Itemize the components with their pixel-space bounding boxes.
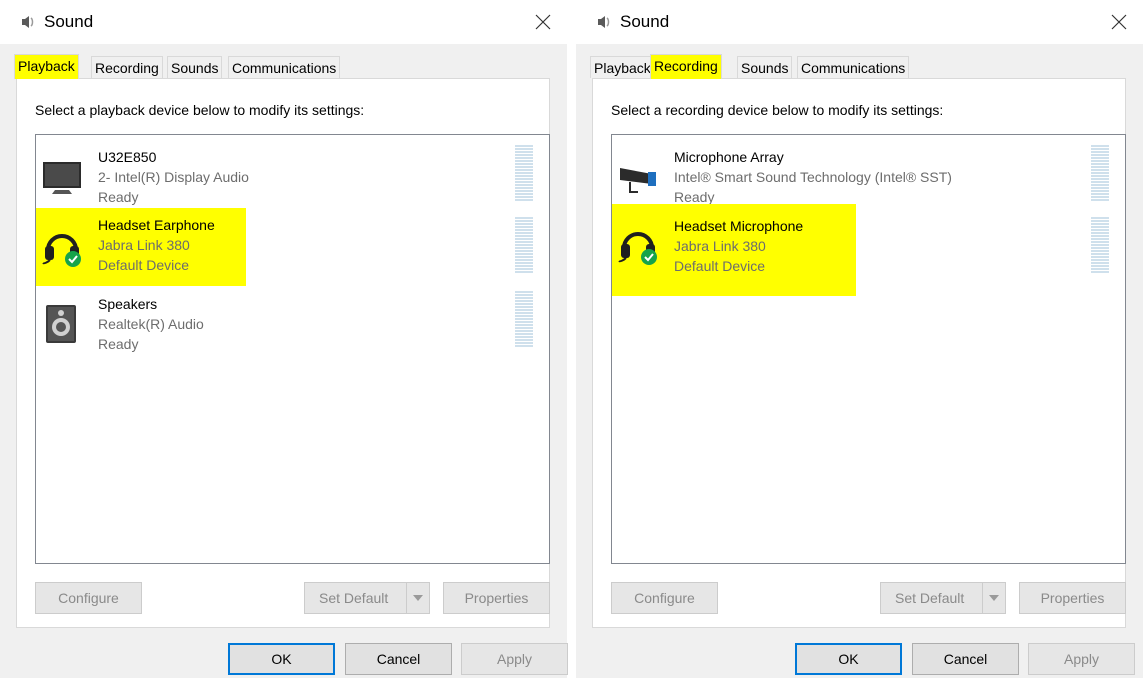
instruction-text: Select a recording device below to modif… bbox=[611, 102, 944, 118]
level-meter bbox=[1091, 217, 1109, 275]
properties-button[interactable]: Properties bbox=[1019, 582, 1126, 614]
apply-button[interactable]: Apply bbox=[461, 643, 568, 675]
device-status: Default Device bbox=[674, 258, 766, 274]
device-item[interactable]: Speakers Realtek(R) Audio Ready bbox=[36, 287, 246, 365]
close-icon bbox=[1111, 14, 1127, 30]
device-description: 2- Intel(R) Display Audio bbox=[98, 169, 249, 185]
microphone-array-icon bbox=[616, 156, 660, 200]
device-list[interactable]: U32E850 2- Intel(R) Display Audio Ready bbox=[35, 134, 550, 564]
device-description: Intel® Smart Sound Technology (Intel® SS… bbox=[674, 169, 952, 185]
monitor-icon bbox=[40, 156, 84, 200]
tab-sounds[interactable]: Sounds bbox=[737, 56, 793, 78]
cancel-button[interactable]: Cancel bbox=[912, 643, 1019, 675]
tab-playback[interactable]: Playback bbox=[590, 56, 655, 78]
sound-dialog-playback: Sound Playback Recording Sounds Communic… bbox=[0, 0, 568, 678]
default-check-icon bbox=[641, 249, 657, 265]
tab-recording[interactable]: Recording bbox=[650, 54, 722, 79]
default-check-icon bbox=[65, 251, 81, 267]
instruction-text: Select a playback device below to modify… bbox=[35, 102, 365, 118]
tab-recording[interactable]: Recording bbox=[91, 56, 163, 78]
set-default-button[interactable]: Set Default bbox=[880, 582, 1006, 614]
window-title: Sound bbox=[44, 12, 94, 31]
level-meter bbox=[515, 291, 533, 349]
tab-panel: Select a recording device below to modif… bbox=[592, 78, 1126, 628]
title-bar: Sound bbox=[0, 0, 567, 44]
device-item-default[interactable]: Headset Earphone Jabra Link 380 Default … bbox=[36, 208, 246, 286]
device-item[interactable]: U32E850 2- Intel(R) Display Audio Ready bbox=[36, 140, 249, 218]
speaker-app-icon bbox=[20, 14, 36, 30]
device-name: Speakers bbox=[98, 296, 158, 312]
headset-icon bbox=[616, 222, 660, 266]
headset-icon bbox=[40, 224, 84, 268]
tab-playback[interactable]: Playback bbox=[14, 54, 79, 79]
split-separator bbox=[406, 583, 407, 613]
tab-communications[interactable]: Communications bbox=[228, 56, 341, 78]
device-description: Jabra Link 380 bbox=[674, 238, 766, 254]
properties-button[interactable]: Properties bbox=[443, 582, 550, 614]
configure-button[interactable]: Configure bbox=[35, 582, 142, 614]
close-button[interactable] bbox=[527, 6, 559, 38]
tab-communications[interactable]: Communications bbox=[797, 56, 910, 78]
sound-dialog-recording: Sound Playback Recording Sounds Communic… bbox=[576, 0, 1143, 678]
chevron-down-icon[interactable] bbox=[412, 594, 424, 602]
device-status: Ready bbox=[98, 336, 139, 352]
device-name: Headset Microphone bbox=[674, 218, 804, 234]
device-description: Jabra Link 380 bbox=[98, 237, 190, 253]
device-name: U32E850 bbox=[98, 149, 157, 165]
split-separator bbox=[982, 583, 983, 613]
close-icon bbox=[535, 14, 551, 30]
configure-button[interactable]: Configure bbox=[611, 582, 718, 614]
speaker-icon bbox=[40, 303, 84, 347]
level-meter bbox=[515, 145, 533, 203]
set-default-label: Set Default bbox=[895, 590, 965, 606]
level-meter bbox=[515, 217, 533, 275]
level-meter bbox=[1091, 145, 1109, 203]
speaker-app-icon bbox=[596, 14, 612, 30]
window-title: Sound bbox=[620, 12, 670, 31]
device-status: Ready bbox=[674, 189, 715, 205]
apply-button[interactable]: Apply bbox=[1028, 643, 1135, 675]
device-name: Headset Earphone bbox=[98, 217, 215, 233]
ok-button[interactable]: OK bbox=[795, 643, 902, 675]
cancel-button[interactable]: Cancel bbox=[345, 643, 452, 675]
chevron-down-icon[interactable] bbox=[988, 594, 1000, 602]
ok-button[interactable]: OK bbox=[228, 643, 335, 675]
set-default-button[interactable]: Set Default bbox=[304, 582, 430, 614]
device-status: Default Device bbox=[98, 257, 190, 273]
device-description: Realtek(R) Audio bbox=[98, 316, 204, 332]
device-list[interactable]: Microphone Array Intel® Smart Sound Tech… bbox=[611, 134, 1126, 564]
device-status: Ready bbox=[98, 189, 139, 205]
title-bar: Sound bbox=[576, 0, 1143, 44]
device-item-default[interactable]: Headset Microphone Jabra Link 380 Defaul… bbox=[612, 204, 856, 296]
tab-sounds[interactable]: Sounds bbox=[167, 56, 223, 78]
tab-panel: Select a playback device below to modify… bbox=[16, 78, 550, 628]
device-name: Microphone Array bbox=[674, 149, 784, 165]
close-button[interactable] bbox=[1103, 6, 1135, 38]
set-default-label: Set Default bbox=[319, 590, 389, 606]
